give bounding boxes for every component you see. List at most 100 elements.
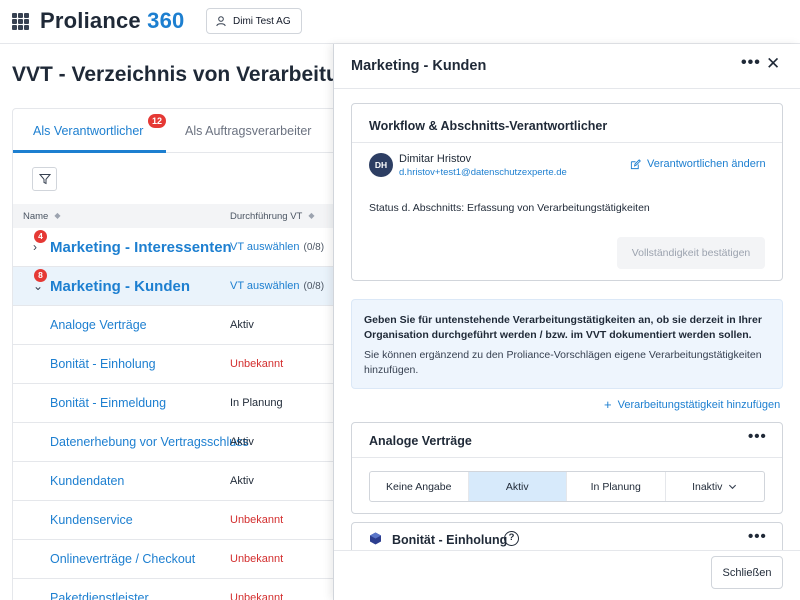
change-responsible-label: Verantwortlichen ändern: [647, 158, 766, 170]
panel-body[interactable]: Workflow & Abschnitts-Verantwortlicher D…: [334, 89, 800, 550]
activity-card: Analoge Verträge ••• Keine Angabe Aktiv …: [351, 422, 783, 514]
activity-name[interactable]: Analoge Verträge: [50, 318, 147, 332]
activity-name[interactable]: Datenerhebung vor Vertragsschluss: [50, 435, 249, 449]
close-button[interactable]: Schließen: [711, 556, 783, 589]
table-row[interactable]: Datenerhebung vor Vertragsschluss Aktiv: [13, 423, 333, 462]
change-responsible-link[interactable]: Verantwortlichen ändern: [630, 158, 766, 170]
close-icon[interactable]: ✕: [766, 54, 780, 74]
activity-name[interactable]: Onlineverträge / Checkout: [50, 552, 195, 566]
add-activity-label: Verarbeitungstätigkeit hinzufügen: [617, 399, 781, 411]
divider: [352, 142, 782, 143]
table-row[interactable]: Onlineverträge / Checkout Unbekannt: [13, 540, 333, 579]
tab-auftragsverarbeiter[interactable]: Als Auftragsverarbeiter: [185, 124, 311, 138]
group-progress: (0/8): [303, 281, 325, 292]
activity-status: Unbekannt: [230, 514, 284, 526]
col-name-header[interactable]: Name ◆: [23, 211, 61, 222]
group-row-marketing-interessenten[interactable]: › 4 Marketing - Interessenten VT auswähl…: [13, 228, 333, 267]
tenant-name: Dimi Test AG: [233, 15, 291, 27]
brand-number: 360: [147, 8, 185, 33]
responsible-email[interactable]: d.hristov+test1@datenschutzexperte.de: [399, 167, 567, 178]
section-status: Status d. Abschnitts: Erfassung von Vera…: [369, 202, 650, 214]
activity-status: Aktiv: [230, 475, 254, 487]
tab-bar: Als Verantwortlicher 12 Als Auftragsvera…: [13, 109, 333, 153]
col-name-label: Name: [23, 211, 49, 222]
activity-card-title: Bonität - Einholung: [392, 533, 508, 547]
more-options-icon[interactable]: •••: [748, 528, 767, 545]
plus-icon: +: [604, 397, 612, 412]
table-row[interactable]: Analoge Verträge Aktiv: [13, 306, 333, 345]
panel-title: Marketing - Kunden: [351, 58, 487, 74]
activity-status: Unbekannt: [230, 553, 284, 565]
activity-name[interactable]: Kundendaten: [50, 474, 124, 488]
info-box: Geben Sie für untenstehende Verarbeitung…: [351, 299, 783, 389]
edit-icon: [630, 158, 641, 169]
tab-count-badge: 12: [148, 114, 166, 128]
group-name[interactable]: Marketing - Kunden: [50, 278, 190, 295]
responsible-name: Dimitar Hristov: [399, 153, 472, 165]
vvt-table-card: Als Verantwortlicher 12 Als Auftragsvera…: [12, 108, 333, 600]
status-option-inaktiv[interactable]: Inaktiv: [666, 472, 765, 501]
workflow-card: Workflow & Abschnitts-Verantwortlicher D…: [351, 103, 783, 281]
panel-header: Marketing - Kunden ••• ✕: [334, 44, 800, 89]
table-row[interactable]: Bonität - Einmeldung In Planung: [13, 384, 333, 423]
group-count-badge: 8: [34, 269, 47, 282]
detail-panel: Marketing - Kunden ••• ✕ Workflow & Absc…: [333, 44, 800, 600]
col-status-header[interactable]: Durchführung VT ◆: [230, 211, 315, 222]
avatar: DH: [369, 153, 393, 177]
status-option-keine-angabe[interactable]: Keine Angabe: [370, 472, 469, 501]
table-row[interactable]: Bonität - Einholung Unbekannt: [13, 345, 333, 384]
status-option-in-planung[interactable]: In Planung: [567, 472, 666, 501]
more-options-icon[interactable]: •••: [741, 54, 761, 72]
add-activity-link[interactable]: + Verarbeitungstätigkeit hinzufügen: [604, 397, 781, 412]
more-options-icon[interactable]: •••: [748, 428, 767, 445]
confirm-completeness-button[interactable]: Vollständigkeit bestätigen: [617, 237, 765, 269]
select-vt-link[interactable]: VT auswählen: [230, 280, 300, 292]
activity-status: Unbekannt: [230, 358, 284, 370]
activity-name[interactable]: Bonität - Einmeldung: [50, 396, 166, 410]
help-icon[interactable]: ?: [504, 531, 519, 546]
table-row[interactable]: Paketdienstleister Unbekannt: [13, 579, 333, 600]
table-row[interactable]: Kundendaten Aktiv: [13, 462, 333, 501]
tab-verantwortlicher[interactable]: Als Verantwortlicher: [33, 124, 143, 138]
proliance-suggestion-icon: [370, 532, 381, 545]
filter-button[interactable]: [32, 167, 57, 191]
user-icon: [216, 16, 226, 27]
activity-card: Bonität - Einholung ? •••: [351, 522, 783, 550]
chevron-down-icon: [729, 484, 737, 490]
group-name[interactable]: Marketing - Interessenten: [50, 239, 232, 256]
status-segmented-control: Keine Angabe Aktiv In Planung Inaktiv: [369, 471, 765, 502]
activity-card-title: Analoge Verträge: [369, 434, 472, 448]
activity-name[interactable]: Kundenservice: [50, 513, 133, 527]
sort-icon: ◆: [54, 211, 61, 220]
status-option-aktiv[interactable]: Aktiv: [468, 472, 567, 501]
group-row-marketing-kunden[interactable]: ⌄ 8 Marketing - Kunden VT auswählen (0/8): [13, 267, 333, 306]
main-content: VVT - Verzeichnis von Verarbeitungstätig…: [0, 44, 333, 600]
group-progress: (0/8): [303, 242, 325, 253]
info-text-secondary: Sie können ergänzend zu den Proliance-Vo…: [364, 349, 762, 376]
brand-logo[interactable]: Proliance 360: [40, 8, 184, 34]
activity-status: Unbekannt: [230, 592, 284, 600]
group-count-badge: 4: [34, 230, 47, 243]
select-vt-link[interactable]: VT auswählen: [230, 241, 300, 253]
app-grid-icon[interactable]: [12, 13, 29, 30]
group-status[interactable]: VT auswählen (0/8): [230, 241, 324, 253]
activity-name[interactable]: Bonität - Einholung: [50, 357, 156, 371]
tenant-switcher[interactable]: Dimi Test AG: [206, 8, 302, 34]
divider: [352, 457, 782, 458]
activity-status: Aktiv: [230, 319, 254, 331]
top-bar: Proliance 360 Dimi Test AG: [0, 0, 800, 44]
table-row[interactable]: Kundenservice Unbekannt: [13, 501, 333, 540]
activity-status: In Planung: [230, 397, 283, 409]
sort-icon: ◆: [308, 211, 315, 220]
status-option-inaktiv-label: Inaktiv: [692, 480, 723, 493]
workflow-title: Workflow & Abschnitts-Verantwortlicher: [369, 119, 608, 133]
page-title: VVT - Verzeichnis von Verarbeitungstätig…: [12, 63, 333, 86]
col-status-label: Durchführung VT: [230, 211, 303, 222]
table-header: Name ◆ Durchführung VT ◆: [13, 204, 333, 228]
activity-name[interactable]: Paketdienstleister: [50, 591, 149, 600]
activity-status: Aktiv: [230, 436, 254, 448]
group-status[interactable]: VT auswählen (0/8): [230, 280, 324, 292]
brand-name: Proliance: [40, 8, 141, 33]
active-tab-indicator: [13, 150, 166, 153]
info-text-primary: Geben Sie für untenstehende Verarbeitung…: [364, 314, 762, 341]
